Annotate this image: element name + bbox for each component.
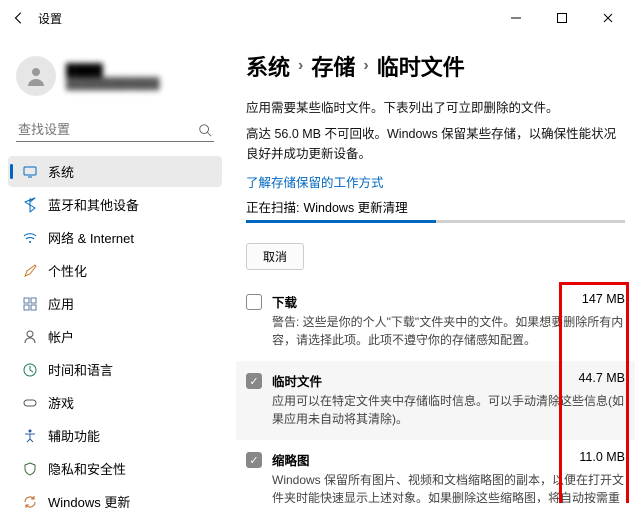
highlight-annotation [559,282,629,503]
profile-email: ████████████ [66,78,160,90]
sidebar-item-label: 网络 & Internet [48,228,134,247]
back-button[interactable] [12,11,26,25]
sidebar-item-network[interactable]: 网络 & Internet [8,222,222,253]
cancel-button[interactable]: 取消 [246,243,304,270]
scan-status: 正在扫描: Windows 更新清理 [246,197,625,216]
close-button[interactable] [585,2,631,34]
sidebar-item-personalization[interactable]: 个性化 [8,255,222,286]
search-box[interactable] [16,118,214,142]
gamepad-icon [22,395,38,411]
profile-name: ████ [66,63,160,78]
sidebar-item-label: 辅助功能 [48,426,100,445]
learn-more-link[interactable]: 了解存储保留的工作方式 [246,172,625,191]
sidebar-item-label: 帐户 [48,327,74,346]
sidebar-item-label: 时间和语言 [48,360,113,379]
person-icon [22,329,38,345]
search-icon [198,123,212,137]
item-title: 下载 [272,292,297,311]
breadcrumb: 系统 › 存储 › 临时文件 [246,50,625,82]
sidebar-item-privacy[interactable]: 隐私和安全性 [8,453,222,484]
checkbox[interactable] [246,452,262,468]
sidebar-item-time[interactable]: 时间和语言 [8,354,222,385]
window-title: 设置 [38,10,62,27]
shield-icon [22,461,38,477]
sidebar-item-label: 隐私和安全性 [48,459,126,478]
sidebar-item-label: 系统 [48,162,74,181]
apps-icon [22,296,38,312]
content-pane: 系统 › 存储 › 临时文件 应用需要某些临时文件。下表列出了可立即删除的文件。… [230,36,635,503]
search-input[interactable] [18,122,198,137]
brush-icon [22,263,38,279]
breadcrumb-temp: 临时文件 [377,50,465,82]
checkbox[interactable] [246,294,262,310]
bluetooth-icon [22,197,38,213]
checkbox[interactable] [246,373,262,389]
page-desc-2: 高达 56.0 MB 不可回收。Windows 保留某些存储，以确保性能状况良好… [246,124,625,164]
update-icon [22,494,38,510]
maximize-button[interactable] [539,2,585,34]
item-title: 缩略图 [272,450,310,469]
sidebar-item-label: 应用 [48,294,74,313]
clock-icon [22,362,38,378]
chevron-right-icon: › [363,57,368,75]
profile[interactable]: ████ ████████████ [8,44,222,114]
sidebar-item-accounts[interactable]: 帐户 [8,321,222,352]
sidebar-item-label: 游戏 [48,393,74,412]
accessibility-icon [22,428,38,444]
sidebar-item-label: 个性化 [48,261,87,280]
sidebar-item-update[interactable]: Windows 更新 [8,486,222,517]
page-desc-1: 应用需要某些临时文件。下表列出了可立即删除的文件。 [246,98,625,118]
wifi-icon [22,230,38,246]
sidebar-item-label: 蓝牙和其他设备 [48,195,139,214]
breadcrumb-storage[interactable]: 存储 [311,50,355,82]
chevron-right-icon: › [298,57,303,75]
sidebar-item-accessibility[interactable]: 辅助功能 [8,420,222,451]
system-icon [22,164,38,180]
minimize-button[interactable] [493,2,539,34]
breadcrumb-system[interactable]: 系统 [246,50,290,82]
avatar [16,56,56,96]
scan-progress [246,220,625,223]
sidebar-item-label: Windows 更新 [48,492,130,511]
sidebar-item-apps[interactable]: 应用 [8,288,222,319]
sidebar-item-gaming[interactable]: 游戏 [8,387,222,418]
sidebar-item-system[interactable]: 系统 [8,156,222,187]
item-title: 临时文件 [272,371,322,390]
sidebar-item-bluetooth[interactable]: 蓝牙和其他设备 [8,189,222,220]
sidebar: ████ ████████████ 系统蓝牙和其他设备网络 & Internet… [0,36,230,503]
